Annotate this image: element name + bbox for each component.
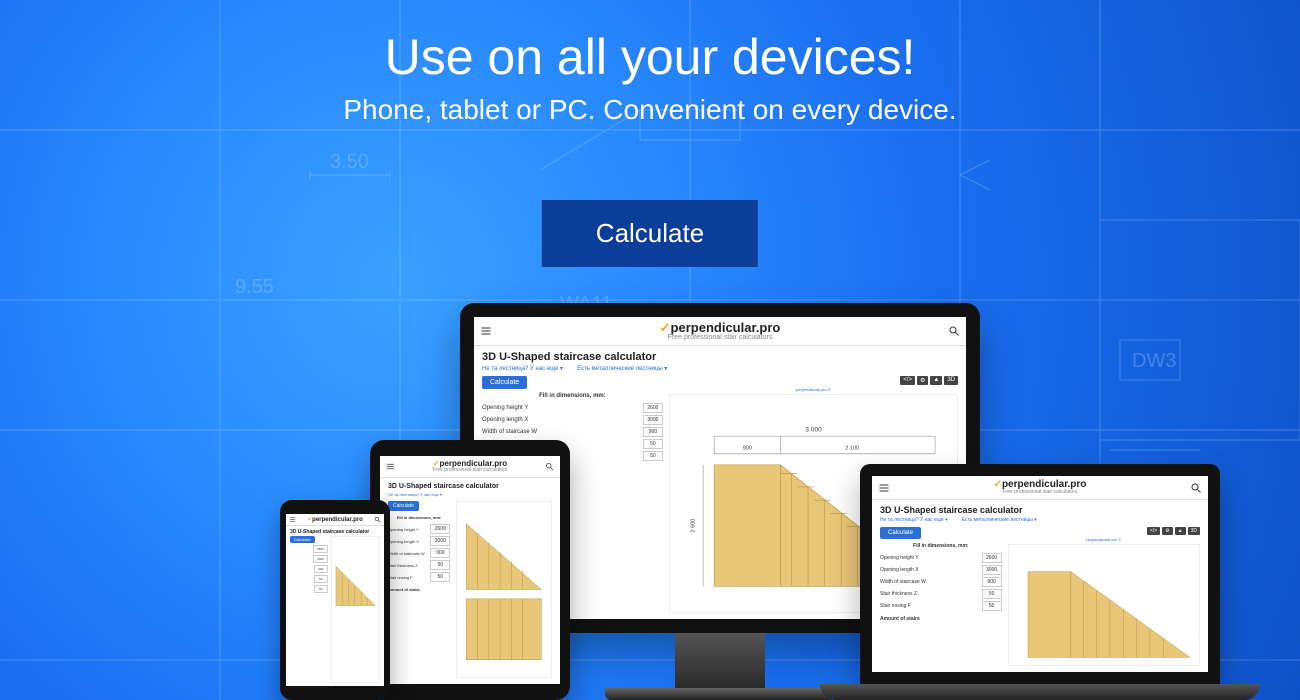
attribution-link[interactable]: perpendicular.pro © bbox=[669, 387, 958, 392]
hamburger-icon[interactable] bbox=[289, 516, 296, 523]
hero-subhead: Phone, tablet or PC. Convenient on every… bbox=[0, 94, 1300, 126]
hamburger-icon[interactable] bbox=[480, 325, 492, 337]
device-phone: ✓perpendicular.pro 3D U-Shaped staircase… bbox=[280, 500, 390, 700]
app-mock-tablet: ✓perpendicular.proFree professional stai… bbox=[380, 456, 560, 684]
tool-3d[interactable]: 3D bbox=[944, 376, 958, 385]
device-laptop: ✓perpendicular.proFree professional stai… bbox=[820, 464, 1260, 700]
tool-code[interactable]: </> bbox=[900, 376, 915, 385]
svg-text:2 600: 2 600 bbox=[690, 519, 696, 533]
svg-text:3 000: 3 000 bbox=[805, 427, 822, 434]
app-mock-laptop: ✓perpendicular.proFree professional stai… bbox=[872, 476, 1208, 672]
inner-calculate-button[interactable]: Calculate bbox=[482, 376, 527, 389]
search-icon[interactable] bbox=[1190, 482, 1202, 494]
search-icon[interactable] bbox=[545, 462, 554, 471]
search-icon[interactable] bbox=[374, 516, 381, 523]
hamburger-icon[interactable] bbox=[386, 462, 395, 471]
input-thickness[interactable]: 50 bbox=[643, 439, 663, 449]
tool-view[interactable]: ▲ bbox=[930, 376, 942, 385]
dropdown-link-a[interactable]: Не та лестница? У нас еще ▾ bbox=[482, 365, 563, 372]
tool-settings[interactable]: ⚙ bbox=[917, 376, 928, 385]
calculate-button[interactable]: Calculate bbox=[542, 200, 758, 267]
hamburger-icon[interactable] bbox=[878, 482, 890, 494]
brand: ✓perpendicular.pro Free professional sta… bbox=[660, 321, 781, 341]
app-mock-phone: ✓perpendicular.pro 3D U-Shaped staircase… bbox=[286, 514, 384, 686]
device-stage: ✓perpendicular.pro Free professional sta… bbox=[0, 280, 1300, 700]
page-title: 3D U-Shaped staircase calculator bbox=[474, 346, 966, 365]
input-nosing[interactable]: 50 bbox=[643, 451, 663, 461]
input-opening-height[interactable]: 2600 bbox=[643, 403, 663, 413]
view-toolbar: </> ⚙ ▲ 3D bbox=[669, 376, 958, 385]
device-tablet: ✓perpendicular.proFree professional stai… bbox=[370, 440, 570, 700]
search-icon[interactable] bbox=[948, 325, 960, 337]
dimensions-title: Fill in dimensions, mm: bbox=[482, 393, 663, 399]
input-opening-length[interactable]: 3000 bbox=[643, 415, 663, 425]
svg-text:900: 900 bbox=[743, 445, 752, 451]
svg-text:3.50: 3.50 bbox=[330, 151, 369, 173]
svg-text:2 100: 2 100 bbox=[845, 445, 859, 451]
hero-headline: Use on all your devices! bbox=[0, 28, 1300, 86]
hero-banner: 3.50 9.55 WA11 DW3 3.25 Use on all your … bbox=[0, 0, 1300, 700]
input-width[interactable]: 900 bbox=[643, 427, 663, 437]
dropdown-link-b[interactable]: Есть металлические лестницы ▾ bbox=[577, 365, 667, 372]
